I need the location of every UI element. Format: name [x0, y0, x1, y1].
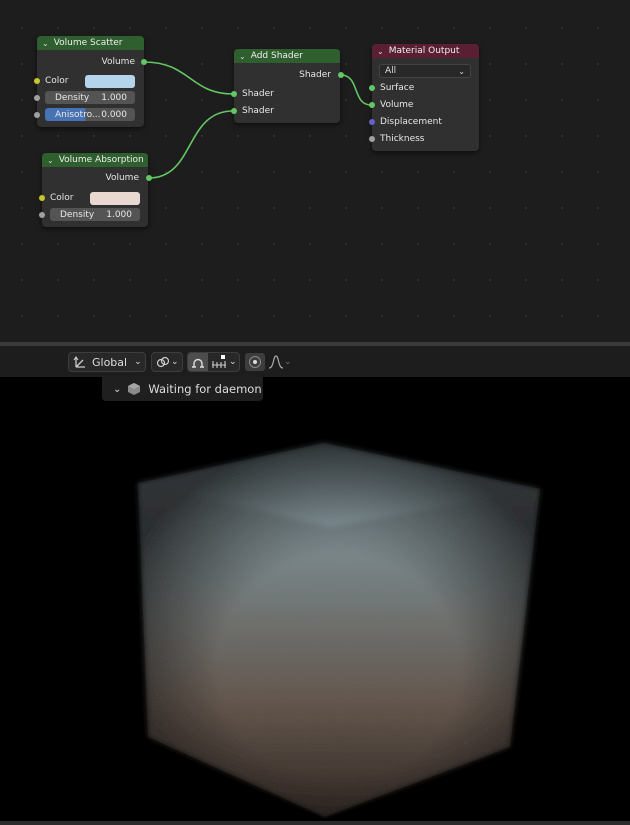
link-absorption-to-add [148, 110, 234, 179]
snap-toggle[interactable] [188, 353, 208, 371]
render-daemon-icon [128, 383, 141, 395]
snap-increment-icon[interactable] [211, 355, 229, 369]
color-socket[interactable] [39, 195, 45, 201]
color-label: Color [45, 76, 69, 86]
output-shader-label: Shader [299, 70, 331, 80]
anisotropy-label: Anisotro... [55, 109, 101, 120]
color-swatch[interactable] [90, 192, 140, 205]
input-shader-2-label: Shader [242, 106, 274, 116]
transform-orientation-dropdown[interactable]: Global ⌄ [68, 352, 146, 372]
orientation-label: Global [92, 355, 128, 369]
add-shader-header[interactable]: ⌄ Add Shader [234, 49, 340, 63]
anisotropy-field[interactable]: Anisotro... 0.000 [45, 108, 135, 121]
material-output-node[interactable]: ⌄ Material Output All ⌄ Surface Volume D… [369, 44, 479, 151]
density-value: 1.000 [106, 209, 132, 220]
density-socket[interactable] [34, 95, 40, 101]
density-label: Density [60, 209, 95, 220]
chevron-down-icon[interactable]: ⌄ [113, 384, 121, 395]
transform-orientation-icon [73, 356, 85, 368]
displacement-label: Displacement [380, 117, 442, 127]
link-icon [156, 356, 170, 368]
volume-absorption-node[interactable]: ⌄ Volume Absorption Volume Color Density… [39, 153, 152, 227]
thickness-socket[interactable] [369, 136, 375, 142]
surface-socket[interactable] [369, 85, 375, 91]
color-swatch[interactable] [85, 75, 135, 88]
node-editor[interactable]: ⌄ Volume Scatter Volume Color Density 1.… [0, 0, 630, 342]
link-scatter-to-add [143, 61, 234, 95]
density-socket[interactable] [39, 212, 45, 218]
density-field[interactable]: Density 1.000 [45, 91, 135, 104]
material-output-header[interactable]: ⌄ Material Output [372, 44, 479, 58]
output-volume-label: Volume [101, 57, 135, 67]
chevron-down-icon: ⌄ [171, 357, 179, 367]
chevron-down-icon[interactable]: ⌄ [47, 156, 54, 165]
chevron-down-icon[interactable]: ⌄ [377, 47, 384, 56]
render-status-text: Waiting for daemon [148, 382, 262, 396]
3d-viewport[interactable] [0, 377, 630, 821]
chevron-down-icon: ⌄ [134, 357, 142, 367]
chevron-down-icon[interactable]: ⌄ [239, 52, 246, 61]
input-shader-1-label: Shader [242, 89, 274, 99]
link-add-to-output [340, 74, 372, 106]
chevron-down-icon: ⌄ [458, 66, 465, 76]
pivot-point-dropdown[interactable]: ⌄ [151, 352, 183, 372]
add-shader-node[interactable]: ⌄ Add Shader Shader Shader Shader [231, 49, 344, 123]
density-field[interactable]: Density 1.000 [50, 208, 140, 221]
density-label: Density [55, 92, 90, 103]
output-volume-label: Volume [105, 173, 139, 183]
volume-socket[interactable] [369, 102, 375, 108]
volume-scatter-node[interactable]: ⌄ Volume Scatter Volume Color Density 1.… [34, 36, 147, 127]
chevron-down-icon[interactable]: ⌄ [42, 39, 49, 48]
render-status-badge[interactable]: ⌄ Waiting for daemon [102, 377, 263, 401]
bottom-edge [0, 821, 630, 825]
target-value: All [385, 66, 397, 76]
snap-icon [192, 358, 204, 368]
density-value: 1.000 [101, 92, 127, 103]
falloff-curve-icon[interactable] [268, 355, 284, 369]
thickness-label: Thickness [380, 134, 425, 144]
node-title: Material Output [388, 46, 460, 56]
color-label: Color [50, 193, 74, 203]
volume-scatter-header[interactable]: ⌄ Volume Scatter [37, 36, 144, 50]
node-title: Volume Scatter [53, 38, 123, 48]
output-volume-socket[interactable] [146, 175, 152, 181]
volume-absorption-header[interactable]: ⌄ Volume Absorption [42, 153, 148, 167]
volume-label: Volume [380, 100, 414, 110]
proportional-editing-group[interactable]: ⌄ [244, 352, 298, 372]
color-socket[interactable] [34, 78, 40, 84]
target-select[interactable]: All ⌄ [379, 64, 471, 78]
output-volume-socket[interactable] [141, 59, 147, 65]
node-title: Add Shader [250, 51, 303, 61]
chevron-down-icon: ⌄ [229, 357, 237, 367]
proportional-toggle[interactable] [245, 353, 265, 371]
displacement-socket[interactable] [369, 119, 375, 125]
proportional-edit-icon [249, 356, 261, 368]
chevron-down-icon: ⌄ [284, 357, 292, 367]
node-title: Volume Absorption [58, 155, 144, 165]
anisotropy-value: 0.000 [101, 109, 127, 120]
volume-cube-render [138, 443, 540, 817]
input-shader-2-socket[interactable] [231, 108, 237, 114]
surface-label: Surface [380, 83, 415, 93]
snapping-group[interactable]: ⌄ [187, 352, 240, 372]
output-shader-socket[interactable] [338, 72, 344, 78]
input-shader-1-socket[interactable] [231, 91, 237, 97]
anisotropy-socket[interactable] [34, 112, 40, 118]
